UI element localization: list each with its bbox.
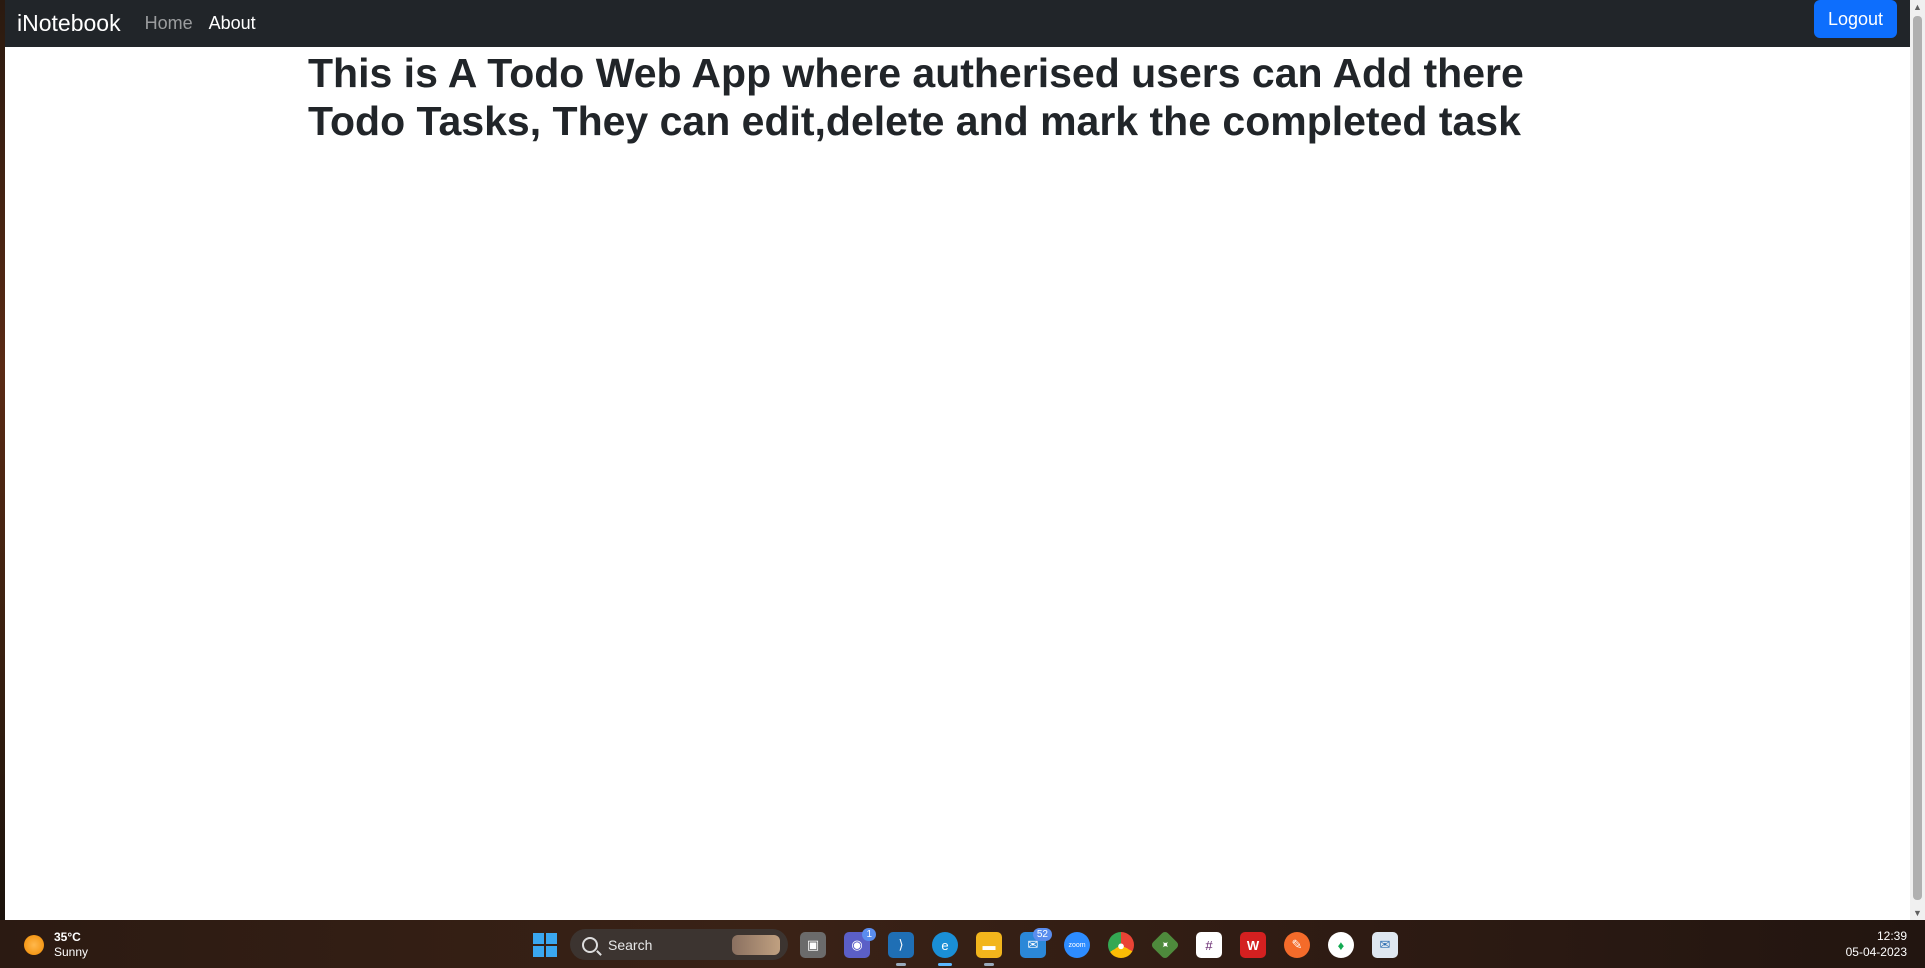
scrollbar-thumb[interactable] — [1913, 16, 1922, 900]
logout-button[interactable]: Logout — [1813, 0, 1897, 38]
nav-link-home[interactable]: Home — [145, 13, 193, 34]
about-description: This is A Todo Web App where autherised … — [308, 50, 1524, 144]
clock-date: 05-04-2023 — [1845, 945, 1907, 959]
windows-taskbar: 35°C Sunny Search ▣ ◉ 1 ⟩ e ▬ ✉ 52 zoom … — [0, 920, 1925, 968]
mail-notification-badge: 52 — [1032, 928, 1052, 941]
vscode-icon[interactable]: ⟩ — [888, 932, 914, 966]
search-highlight-dinosaur-icon — [732, 934, 780, 955]
vertical-scrollbar[interactable]: ▲ ▼ — [1910, 0, 1925, 920]
wps-office-icon[interactable]: W — [1240, 932, 1266, 958]
zoom-icon[interactable]: zoom — [1064, 932, 1090, 958]
weather-widget[interactable]: 35°C Sunny — [24, 930, 88, 960]
chrome-icon[interactable]: ● — [1108, 932, 1134, 958]
edge-browser-icon[interactable]: e — [932, 932, 958, 966]
navbar: iNotebook Home About Logout — [5, 0, 1910, 47]
teams-notification-badge: 1 — [862, 928, 876, 941]
scroll-up-arrow-icon[interactable]: ▲ — [1910, 0, 1925, 14]
clock-time: 12:39 — [1876, 929, 1907, 943]
postman-icon[interactable]: ✎ — [1284, 932, 1310, 958]
slack-icon[interactable]: # — [1196, 932, 1222, 958]
github-desktop-icon[interactable]: ✦ — [1150, 930, 1180, 960]
file-explorer-icon[interactable]: ▬ — [976, 932, 1002, 966]
mongodb-compass-icon[interactable]: ♦ — [1328, 932, 1354, 958]
weather-condition: Sunny — [54, 945, 89, 959]
browser-viewport: iNotebook Home About Logout This is A To… — [5, 0, 1925, 920]
start-windows-icon[interactable] — [532, 932, 558, 958]
mail-icon[interactable]: ✉ 52 — [1020, 928, 1052, 958]
about-content: This is A Todo Web App where autherised … — [308, 47, 1568, 145]
taskbar-search-box[interactable]: Search — [570, 929, 788, 960]
search-icon — [582, 936, 598, 953]
weather-temperature: 35°C — [54, 930, 81, 944]
sun-icon — [24, 935, 44, 955]
system-clock[interactable]: 12:39 05-04-2023 — [1846, 928, 1907, 960]
nav-link-about[interactable]: About — [209, 13, 256, 34]
scroll-down-arrow-icon[interactable]: ▼ — [1910, 906, 1925, 920]
teams-chat-icon[interactable]: ◉ 1 — [844, 928, 876, 958]
mail-envelope-app-icon[interactable]: ✉ — [1372, 932, 1398, 958]
task-view-icon[interactable]: ▣ — [800, 932, 826, 958]
search-label: Search — [608, 936, 653, 953]
navbar-brand[interactable]: iNotebook — [17, 10, 121, 37]
